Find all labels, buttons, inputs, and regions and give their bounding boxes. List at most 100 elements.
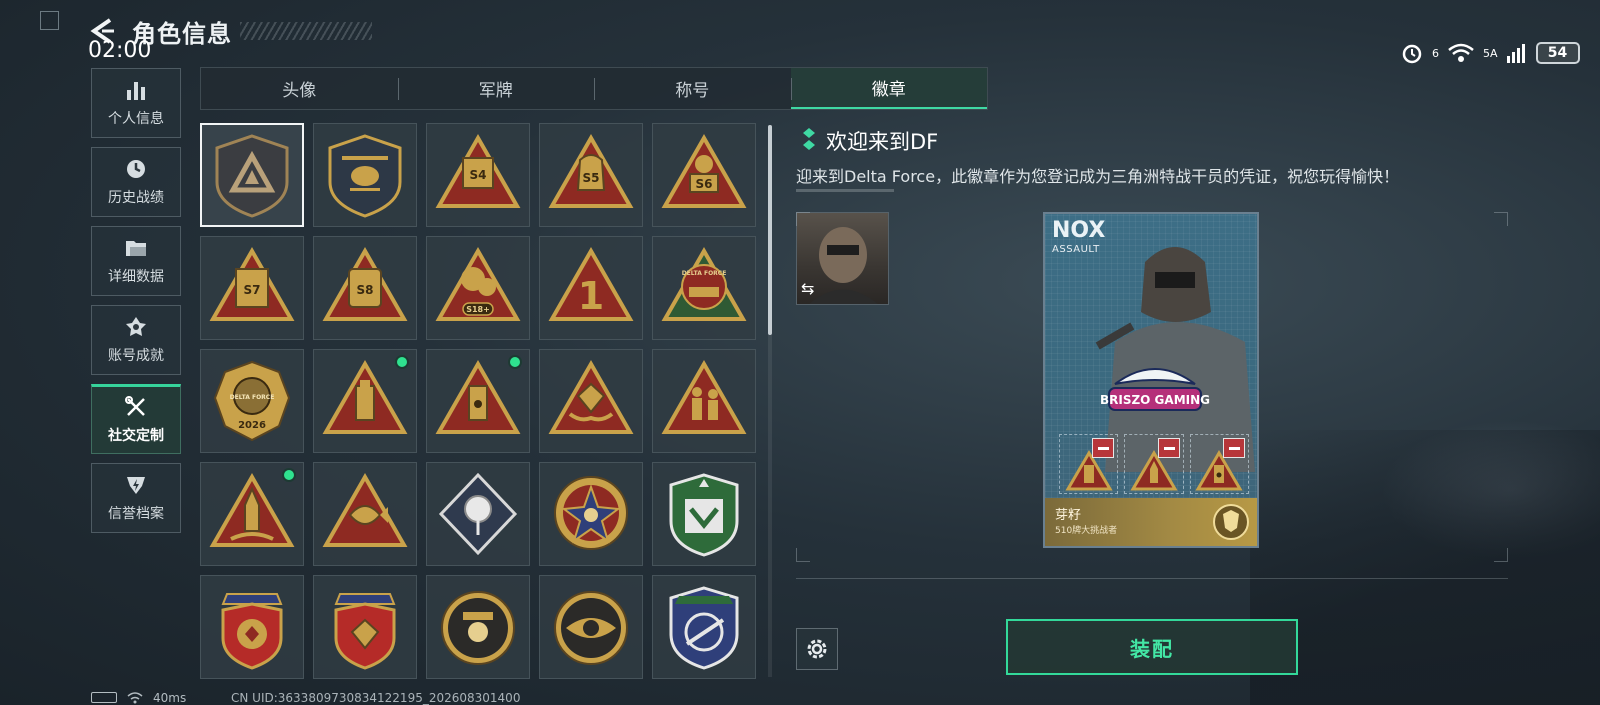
card-badge-slot-3[interactable] [1189, 434, 1249, 494]
equip-button[interactable]: 装配 [1006, 619, 1298, 675]
swap-icon[interactable]: ⇆ [801, 279, 814, 298]
new-indicator-dot [282, 468, 296, 482]
badge-label: S7 [244, 283, 261, 297]
rank-emblem-icon [1213, 504, 1249, 540]
operator-role: ASSAULT [1052, 244, 1100, 255]
badge-slot-helicopter[interactable] [313, 123, 417, 227]
player-uid: CN UID:3633809730834122195_202608301400 [231, 691, 521, 705]
tab-avatar[interactable]: 头像 [201, 68, 398, 109]
badge-slot-red-shield-stars[interactable] [200, 575, 304, 679]
card-badge-slot-1[interactable] [1059, 434, 1119, 494]
panel-divider [796, 578, 1508, 579]
title-decoration [240, 22, 372, 40]
koi-fish-badge-icon [322, 472, 408, 547]
background-ridge [1250, 430, 1600, 705]
remove-badge-button[interactable] [1157, 438, 1180, 458]
globe-2026-badge-icon: DELTA FORCE 2026 [213, 360, 291, 442]
sidebar-item-label: 社交定制 [108, 428, 164, 444]
remove-badge-button[interactable] [1222, 438, 1245, 458]
sidebar-item-label: 详细数据 [108, 269, 164, 285]
settings-button[interactable] [796, 628, 838, 670]
tank-badge-icon: DELTA FORCE [661, 246, 747, 321]
sidebar: 个人信息 历史战绩 详细数据 账号成就 社交定制 信誉档案 [91, 68, 181, 542]
badge-slot-red-shield-gem[interactable] [313, 575, 417, 679]
badge-slot-usb-gold[interactable] [426, 349, 530, 453]
badge-grid-scrollbar[interactable] [768, 125, 772, 677]
badge-slot-soldiers[interactable] [652, 349, 756, 453]
badge-slot-usb-red[interactable] [313, 349, 417, 453]
badge-slot-s18[interactable]: S18+ [426, 236, 530, 340]
season-s18-badge-icon: S18+ [435, 246, 521, 321]
cellular-type-label: 5A [1483, 46, 1498, 60]
gear-icon [807, 639, 827, 659]
red-shield-stars-badge-icon [221, 593, 283, 670]
badge-slot-skull-hat[interactable] [426, 575, 530, 679]
rocket-badge-icon [209, 472, 295, 547]
sidebar-item-achievements[interactable]: 账号成就 [91, 305, 181, 375]
category-tabs: 头像 军牌 称号 徽章 [200, 67, 988, 110]
badge-slot-koi[interactable] [313, 462, 417, 566]
badge-slot-2026-globe[interactable]: DELTA FORCE 2026 [200, 349, 304, 453]
rose-diamond-badge-icon [438, 472, 518, 556]
badge-slot-crosshair-rifle[interactable] [652, 575, 756, 679]
badge-slot-eye[interactable] [539, 575, 643, 679]
badge-slot-s5[interactable]: S5 [539, 123, 643, 227]
frame-corner [1494, 548, 1508, 562]
badge-slot-s6[interactable]: S6 [652, 123, 756, 227]
badge-detail-title: 欢迎来到DF [826, 130, 939, 154]
card-badge-slot-2[interactable] [1124, 434, 1184, 494]
remove-badge-button[interactable] [1092, 438, 1115, 458]
badge-detail-description: 迎来到Delta Force，此徽章作为您登记成为三角洲特战干员的凭证，祝您玩得… [796, 167, 1400, 186]
tools-icon [125, 396, 145, 416]
badge-label: 2026 [238, 420, 266, 431]
season-s7-badge-icon: S7 [209, 246, 295, 321]
badge-slot-delta-force-tank[interactable]: DELTA FORCE [652, 236, 756, 340]
bar-chart-icon [127, 82, 145, 100]
sidebar-item-detailed-data[interactable]: 详细数据 [91, 226, 181, 296]
badge-slot-s7[interactable]: S7 [200, 236, 304, 340]
tab-title[interactable]: 称号 [594, 68, 791, 109]
new-indicator-dot [395, 355, 409, 369]
window-corner-marker [40, 11, 59, 30]
network-type-label: 6 [1432, 46, 1439, 60]
eye-badge-icon [554, 591, 628, 665]
badge-label: S6 [696, 177, 713, 191]
status-bar: 6 5A 54 [1400, 38, 1580, 68]
usb-drive-badge-icon [322, 359, 408, 434]
card-footer: 芽籽 510牌大挑战者 [1045, 498, 1257, 546]
sidebar-item-reputation[interactable]: 信誉档案 [91, 463, 181, 533]
badge-slot-rocket[interactable] [200, 462, 304, 566]
sidebar-item-personal-info[interactable]: 个人信息 [91, 68, 181, 138]
sidebar-item-match-history[interactable]: 历史战绩 [91, 147, 181, 217]
badge-slot-s8[interactable]: S8 [313, 236, 417, 340]
badge-slot-green-shield[interactable] [652, 462, 756, 566]
badge-slot-welcome-df[interactable] [200, 123, 304, 227]
delta-force-badge-icon [215, 134, 289, 218]
sidebar-item-social-custom[interactable]: 社交定制 [91, 384, 181, 454]
badge-slot-rose[interactable] [426, 462, 530, 566]
crosshair-rifle-badge-icon [669, 586, 739, 670]
badge-slot-skull-star[interactable] [539, 462, 643, 566]
tab-badge[interactable]: 徽章 [790, 68, 987, 109]
scrollbar-thumb[interactable] [768, 125, 772, 335]
skull-star-badge-icon [554, 476, 628, 550]
badge-label: S5 [583, 171, 600, 185]
badge-slot-s4[interactable]: S4 [426, 123, 530, 227]
red-shield-gem-badge-icon [334, 593, 396, 670]
history-icon [127, 160, 145, 178]
player-subtitle: 510牌大挑战者 [1055, 526, 1118, 536]
description-scroll-indicator [796, 189, 894, 192]
green-shield-badge-icon [669, 473, 739, 557]
tab-dog-tag[interactable]: 军牌 [397, 68, 595, 109]
badge-label: DELTA FORCE [682, 270, 727, 277]
player-card-preview: NOX ASSAULT BRISZO GAMING 芽籽 510牌大挑战者 [1043, 212, 1259, 548]
badge-slot-hands-gem[interactable] [539, 349, 643, 453]
badge-slot-number-one[interactable]: 1 [539, 236, 643, 340]
operator-name: NOX [1052, 218, 1106, 243]
usb-drive-gold-badge-icon [435, 359, 521, 434]
player-name: 芽籽 [1055, 508, 1082, 523]
badge-label: S4 [470, 168, 487, 182]
season-s4-badge-icon: S4 [435, 133, 521, 208]
badge-label: S8 [357, 283, 374, 297]
signal-icon [1506, 44, 1525, 63]
